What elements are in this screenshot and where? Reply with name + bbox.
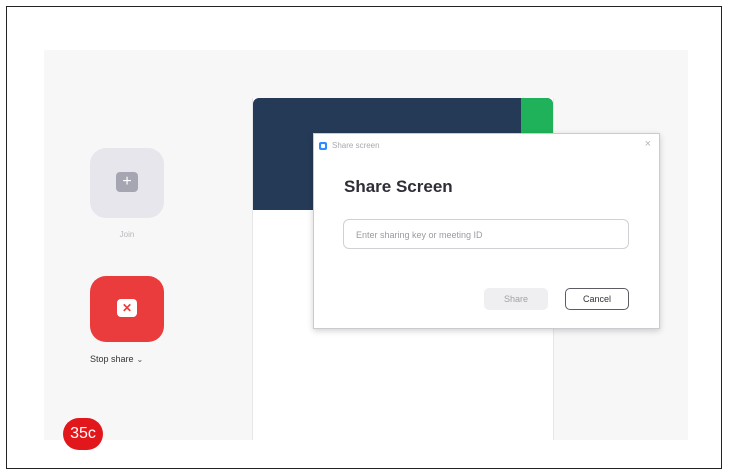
dialog-titlebar: Share screen × xyxy=(314,134,659,156)
stop-share-label[interactable]: Stop share ⌄ xyxy=(90,354,174,364)
chevron-down-icon[interactable]: ⌄ xyxy=(137,355,144,364)
banner-accent xyxy=(521,98,553,138)
stop-share-button[interactable]: ✕ xyxy=(90,276,164,342)
close-dialog-button[interactable]: × xyxy=(645,138,651,150)
app-icon xyxy=(319,142,327,150)
step-badge: 35c xyxy=(63,418,103,450)
join-label: Join xyxy=(119,230,135,239)
close-icon: ✕ xyxy=(117,299,137,317)
share-button[interactable]: Share xyxy=(484,288,548,310)
join-button[interactable]: + xyxy=(90,148,164,218)
dialog-window-title: Share screen xyxy=(332,141,380,150)
share-screen-dialog: Share screen × Share Screen Share Cancel xyxy=(313,133,660,329)
sharing-key-input[interactable] xyxy=(354,220,618,250)
dialog-heading: Share Screen xyxy=(344,177,453,196)
sharing-key-field[interactable] xyxy=(343,219,629,250)
stop-share-text: Stop share xyxy=(90,354,134,364)
plus-icon: + xyxy=(116,172,138,192)
cancel-button[interactable]: Cancel xyxy=(565,288,629,310)
